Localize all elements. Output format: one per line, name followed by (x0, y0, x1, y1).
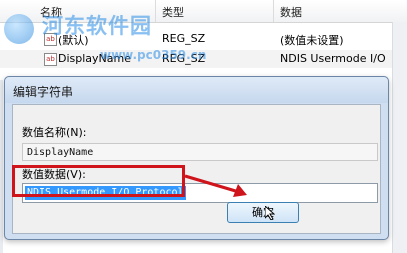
mouse-cursor-icon (265, 206, 275, 220)
column-divider[interactable] (273, 0, 274, 22)
watermark-url: www.pc0359.cn (100, 48, 207, 62)
column-type[interactable]: 类型 (162, 4, 184, 20)
annotation-arrow-icon (184, 174, 247, 197)
value-data: NDIS Usermode I/O (280, 52, 386, 65)
value-type: REG_SZ (162, 32, 206, 45)
dialog-title: 编辑字符串 (13, 85, 74, 99)
edit-string-dialog: 编辑字符串 数值名称(N): DisplayName 数值数据(V): NDIS… (4, 76, 389, 240)
vertical-scrollbar[interactable] (392, 22, 407, 253)
ok-button[interactable]: 确定 (227, 202, 299, 223)
string-value-icon: ab (44, 53, 57, 66)
value-name-label: 数值名称(N): (22, 126, 87, 139)
value-data: (数值未设置) (280, 34, 344, 47)
annotation-highlight-box (12, 165, 185, 197)
column-divider[interactable] (155, 0, 156, 22)
watermark-text: 河东软件园 (42, 14, 152, 38)
dialog-titlebar[interactable]: 编辑字符串 (5, 77, 388, 103)
column-data[interactable]: 数据 (280, 4, 302, 20)
value-name-field[interactable]: DisplayName (22, 143, 378, 161)
watermark-logo-icon (4, 14, 34, 44)
